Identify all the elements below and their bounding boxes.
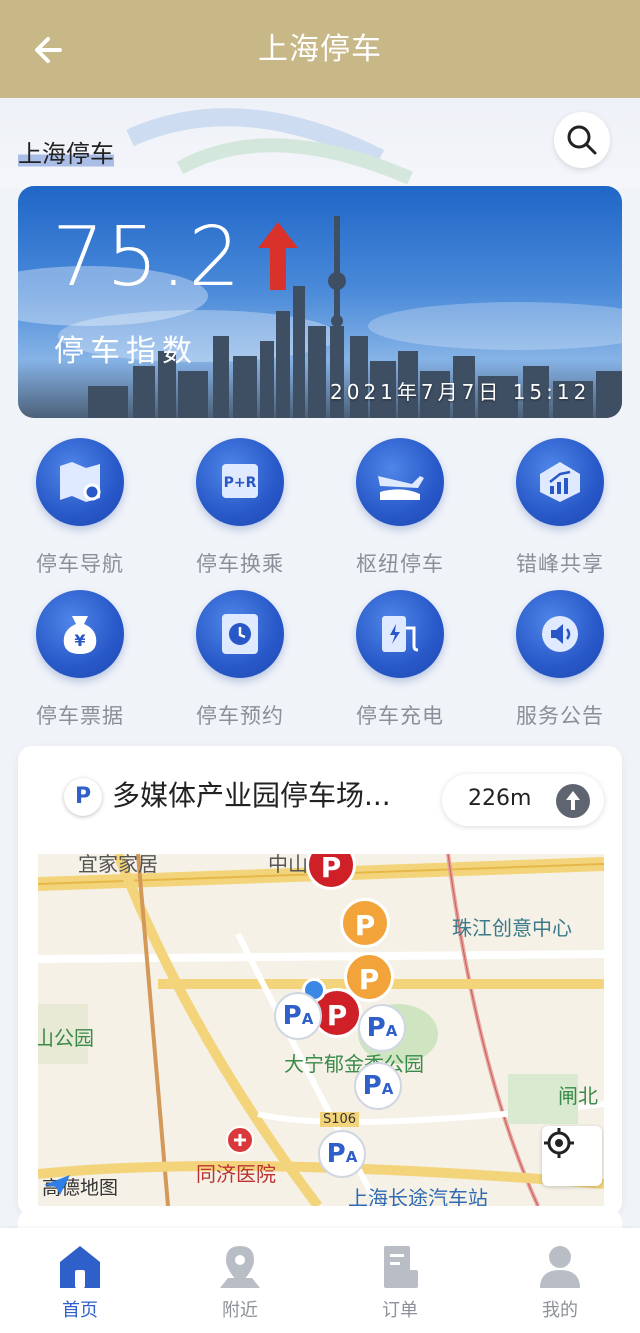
svg-text:¥: ¥: [74, 631, 85, 650]
map-label-hospital: 同济医院: [196, 1162, 276, 1186]
trend-up-icon: [258, 222, 298, 290]
bottom-tab-bar: 首页 附近 订单 我的: [0, 1228, 640, 1333]
menu-item-parking-reservation[interactable]: 停车预约: [160, 580, 320, 730]
money-bag-icon: ¥: [36, 590, 124, 678]
map-label-poi: 宜家家居: [78, 854, 158, 876]
hospital-marker-icon: [226, 1126, 254, 1154]
park-and-ride-icon: P+R: [196, 438, 284, 526]
speaker-icon: [516, 590, 604, 678]
map-pin-icon: [36, 438, 124, 526]
city-search-row: 上海停车: [0, 98, 640, 188]
menu-item-service-notice[interactable]: 服务公告: [480, 580, 640, 730]
map-label-road: 中山: [268, 854, 308, 876]
feature-menu: 停车导航 P+R 停车换乘 枢纽停车 错峰共享 ¥ 停车票据 停车预约 停车充电: [0, 428, 640, 738]
parking-index-label: 停车指数: [54, 334, 198, 369]
parking-index-timestamp: 2021年7月7日 15:12: [330, 380, 591, 404]
crosshair-icon: [544, 1128, 574, 1158]
lot-name[interactable]: 多媒体产业园停车场...: [112, 774, 391, 814]
decorative-swoosh: [126, 108, 413, 185]
page-title: 上海停车: [258, 32, 382, 67]
navigate-arrow-icon: [556, 784, 590, 818]
tab-label: 我的: [542, 1300, 578, 1321]
parking-marker-public[interactable]: PA: [274, 992, 322, 1040]
menu-item-off-peak-sharing[interactable]: 错峰共享: [480, 428, 640, 578]
parking-marker-public[interactable]: PA: [318, 1130, 366, 1178]
user-icon: [540, 1246, 580, 1288]
receipt-icon: [384, 1246, 418, 1288]
menu-item-parking-charging[interactable]: 停车充电: [320, 580, 480, 730]
lot-map[interactable]: 宜家家居 中山 珠江创意中心 山公园 大宁郁金香公园 闸北 S106 同济医院 …: [38, 854, 604, 1206]
menu-item-parking-receipts[interactable]: ¥ 停车票据: [0, 580, 160, 730]
menu-item-label: 枢纽停车: [356, 552, 444, 576]
lot-distance: 226m: [468, 786, 532, 811]
navigate-distance-button[interactable]: 226m: [442, 774, 604, 826]
map-label-daning: 大宁郁金香公园: [284, 1052, 424, 1076]
menu-item-label: 服务公告: [516, 704, 604, 728]
tab-nearby[interactable]: 附近: [160, 1228, 320, 1333]
clock-calendar-icon: [196, 590, 284, 678]
map-label-zhabei: 闸北: [558, 1084, 598, 1108]
locate-me-button[interactable]: [542, 1126, 602, 1186]
parking-marker-public[interactable]: PA: [358, 1004, 406, 1052]
top-app-bar: 上海停车: [0, 0, 640, 98]
menu-item-label: 停车预约: [196, 704, 284, 728]
map-label-road-code: S106: [320, 1112, 360, 1127]
nearest-lot-card: P 多媒体产业园停车场... 226m 宜家家居 中山 珠江创意中心 山公园 大…: [18, 746, 622, 1216]
tab-home[interactable]: 首页: [0, 1228, 160, 1333]
amap-logo-icon: [44, 1175, 70, 1195]
map-label-zhujiang: 珠江创意中心: [452, 916, 572, 940]
tab-orders[interactable]: 订单: [320, 1228, 480, 1333]
svg-text:P+R: P+R: [224, 475, 257, 491]
menu-item-label: 停车导航: [36, 552, 124, 576]
search-icon: [567, 125, 597, 155]
location-pin-icon: [220, 1246, 260, 1288]
menu-item-label: 停车充电: [356, 704, 444, 728]
menu-item-label: 错峰共享: [516, 552, 604, 576]
charging-station-icon: [356, 590, 444, 678]
tab-label: 首页: [62, 1300, 98, 1321]
home-icon: [60, 1246, 100, 1288]
parking-badge-icon: P: [64, 778, 102, 816]
parking-marker-public[interactable]: PA: [354, 1062, 402, 1110]
menu-item-hub-parking[interactable]: 枢纽停车: [320, 428, 480, 578]
city-label[interactable]: 上海停车: [18, 134, 114, 171]
map-label-park: 山公园: [38, 1026, 94, 1050]
map-provider-logo: 高德地图: [42, 1173, 118, 1200]
menu-item-parking-navigation[interactable]: 停车导航: [0, 428, 160, 578]
tab-label: 附近: [222, 1300, 258, 1321]
tab-profile[interactable]: 我的: [480, 1228, 640, 1333]
search-button[interactable]: [554, 112, 610, 168]
map-label-bus-station: 上海长途汽车站: [348, 1186, 488, 1206]
airplane-train-icon: [356, 438, 444, 526]
menu-item-label: 停车票据: [36, 704, 124, 728]
parking-marker-medium[interactable]: P: [340, 898, 390, 948]
tab-label: 订单: [382, 1300, 418, 1321]
menu-item-park-and-ride[interactable]: P+R 停车换乘: [160, 428, 320, 578]
parking-index-value: 75.2: [52, 210, 243, 305]
chart-growth-icon: [516, 438, 604, 526]
menu-item-label: 停车换乘: [196, 552, 284, 576]
